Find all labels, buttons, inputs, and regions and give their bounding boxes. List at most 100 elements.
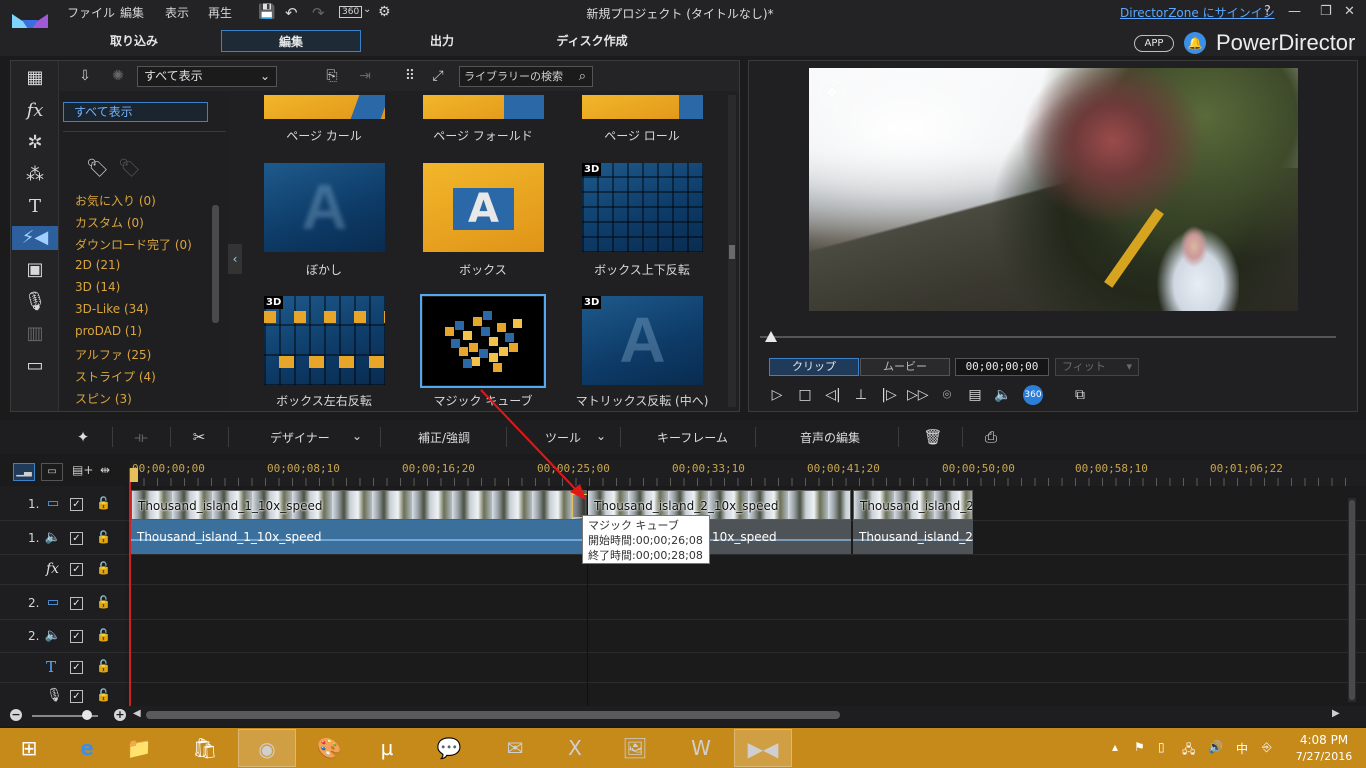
scroll-left-icon[interactable]: ◀ — [133, 708, 141, 719]
undock-preview-icon[interactable]: ⧉ — [1070, 385, 1090, 405]
magic-tools-icon[interactable]: ✦ — [72, 426, 94, 448]
lock-icon[interactable]: 🔓 — [96, 659, 111, 673]
category-favorites[interactable]: お気に入り (0) — [75, 192, 156, 209]
audio-mixing-icon[interactable]: ▣ — [22, 258, 48, 282]
track-enable-checkbox[interactable]: ✓ — [70, 597, 83, 610]
chrome-icon[interactable]: ◉ — [238, 729, 296, 767]
track-manager-icon[interactable]: ⇹ — [100, 463, 110, 477]
file-explorer-icon[interactable]: 📁 — [110, 729, 168, 767]
collapse-panel-button[interactable]: ‹ — [228, 244, 242, 274]
timeline-vertical-scroll-thumb[interactable] — [1349, 500, 1355, 700]
import-icon[interactable]: ⇩ — [75, 66, 95, 86]
track-enable-checkbox[interactable]: ✓ — [70, 630, 83, 643]
playhead[interactable] — [129, 468, 131, 708]
undo-icon[interactable]: ↶ — [285, 4, 298, 22]
pan-360-icon[interactable]: ✥ — [819, 80, 845, 106]
library-search-input[interactable]: ライブラリーの検索 ⌕ — [459, 66, 593, 87]
thumb-box-flip-vertical[interactable]: 3D — [582, 163, 703, 252]
track-enable-checkbox[interactable]: ✓ — [70, 498, 83, 511]
chevron-down-icon[interactable]: ⌄ — [596, 429, 606, 443]
category-prodad[interactable]: proDAD (1) — [75, 324, 142, 338]
trash-icon[interactable]: 🗑 — [922, 426, 944, 448]
close-button[interactable]: ✕ — [1344, 4, 1355, 19]
thumb-blur[interactable]: A — [264, 163, 385, 252]
restore-button[interactable]: ❐ — [1320, 4, 1332, 19]
menu-edit[interactable]: 編集 — [120, 4, 144, 21]
preview-scrub-knob[interactable] — [765, 331, 777, 342]
particle-room-icon[interactable]: ⁂ — [22, 163, 48, 187]
lock-icon[interactable]: 🔓 — [96, 688, 111, 702]
tab-disc[interactable]: ディスク作成 — [522, 30, 662, 52]
snapshot-icon[interactable]: ⌾ — [937, 385, 957, 405]
thumb-matrix-flip-in[interactable]: A 3D — [582, 296, 703, 385]
track-enable-checkbox[interactable]: ✓ — [70, 661, 83, 674]
next-frame-icon[interactable]: |▷ — [879, 385, 899, 405]
volume-tray-icon[interactable]: 🔊 — [1208, 740, 1223, 754]
lock-icon[interactable]: 🔓 — [96, 496, 111, 510]
action-center-icon[interactable]: ⚑ — [1134, 740, 1145, 754]
utorrent-icon[interactable]: µ — [358, 729, 416, 767]
start-button[interactable]: ⊞ — [0, 729, 58, 767]
category-scrollbar[interactable] — [212, 205, 219, 323]
thumb-box[interactable]: A — [423, 163, 544, 252]
tab-produce[interactable]: 出力 — [372, 30, 512, 52]
remove-tag-icon[interactable]: 🏷 — [118, 158, 141, 179]
360-mode-icon[interactable]: 360 — [339, 6, 363, 18]
line-icon[interactable]: 💬 — [420, 729, 478, 767]
ime-mode-icon[interactable]: ⎆ — [1262, 740, 1272, 755]
ime-indicator[interactable]: 中 — [1236, 740, 1248, 757]
add-to-track-icon[interactable]: ⎘ — [322, 66, 342, 86]
audio-clip-3[interactable]: Thousand_island_2 — [853, 520, 973, 554]
voice-over-icon[interactable]: 🎙 — [22, 290, 48, 314]
track-enable-checkbox[interactable]: ✓ — [70, 563, 83, 576]
video-clip-1[interactable]: Thousand_island_1_10x_speed — [131, 490, 587, 520]
thumb-page-roll[interactable] — [582, 95, 703, 119]
thumb-magic-cube[interactable] — [423, 297, 543, 385]
pip-room-icon[interactable]: ✲ — [22, 131, 48, 155]
add-tag-icon[interactable]: 🏷 — [86, 158, 109, 179]
more-tools-icon[interactable]: ⎙ — [980, 426, 1002, 448]
timeline-horizontal-scroll-thumb[interactable] — [146, 711, 840, 719]
category-custom[interactable]: カスタム (0) — [75, 214, 144, 231]
category-2d[interactable]: 2D (21) — [75, 258, 120, 272]
outlook-icon[interactable]: ✉ — [486, 729, 544, 767]
playhead-handle[interactable] — [130, 468, 138, 482]
clock-date[interactable]: 7/27/2016 — [1290, 750, 1358, 763]
menu-file[interactable]: ファイル — [67, 4, 115, 21]
category-3d[interactable]: 3D (14) — [75, 280, 120, 294]
paint-icon[interactable]: 🎨 — [300, 729, 358, 767]
category-spin[interactable]: スピン (3) — [75, 390, 132, 407]
network-icon[interactable]: 🖧 — [1182, 740, 1195, 761]
search-icon[interactable]: ⌕ — [579, 67, 586, 86]
media-room-icon[interactable]: ▦ — [22, 66, 48, 90]
notification-bell-icon[interactable]: 🔔 — [1184, 32, 1206, 54]
grid-view-icon[interactable]: ⠿ — [400, 66, 420, 86]
split-marker-icon[interactable]: ⊥ — [851, 385, 871, 405]
scroll-right-icon[interactable]: ▶ — [1332, 708, 1340, 719]
transition-room-icon[interactable]: ⚡◀ — [12, 226, 58, 250]
internet-explorer-icon[interactable]: e — [58, 729, 116, 767]
app-badge[interactable]: APP — [1134, 35, 1174, 52]
preview-tab-movie[interactable]: ムービー — [860, 358, 950, 376]
scissors-icon[interactable]: ✂ — [188, 426, 210, 448]
category-stripe[interactable]: ストライプ (4) — [75, 368, 156, 385]
track-enable-checkbox[interactable]: ✓ — [70, 690, 83, 703]
thumb-page-fold[interactable] — [423, 95, 544, 119]
preview-timecode[interactable]: 00;00;00;00 — [955, 358, 1049, 376]
thumb-page-curl[interactable] — [264, 95, 385, 119]
storyboard-view-button[interactable]: ▭ — [41, 463, 63, 481]
category-downloaded[interactable]: ダウンロード完了 (0) — [75, 236, 192, 253]
title-room-icon[interactable]: T — [22, 195, 48, 219]
preview-video[interactable]: ✥ — [809, 68, 1298, 311]
audio-clip-1[interactable]: Thousand_island_1_10x_speed — [131, 520, 587, 554]
fast-forward-icon[interactable]: ▷▷ — [907, 385, 929, 405]
excel-icon[interactable]: X — [546, 729, 604, 767]
chapter-room-icon[interactable]: ▥ — [22, 322, 48, 346]
minimize-button[interactable]: — — [1288, 4, 1301, 19]
redo-icon[interactable]: ↷ — [312, 4, 325, 22]
split-icon[interactable]: ⟛ — [130, 426, 152, 448]
save-icon[interactable]: 💾 — [258, 4, 275, 20]
fit-timeline-icon[interactable]: ▤+ — [72, 463, 93, 477]
lock-icon[interactable]: 🔓 — [96, 561, 111, 575]
zoom-out-button[interactable]: − — [10, 709, 22, 721]
